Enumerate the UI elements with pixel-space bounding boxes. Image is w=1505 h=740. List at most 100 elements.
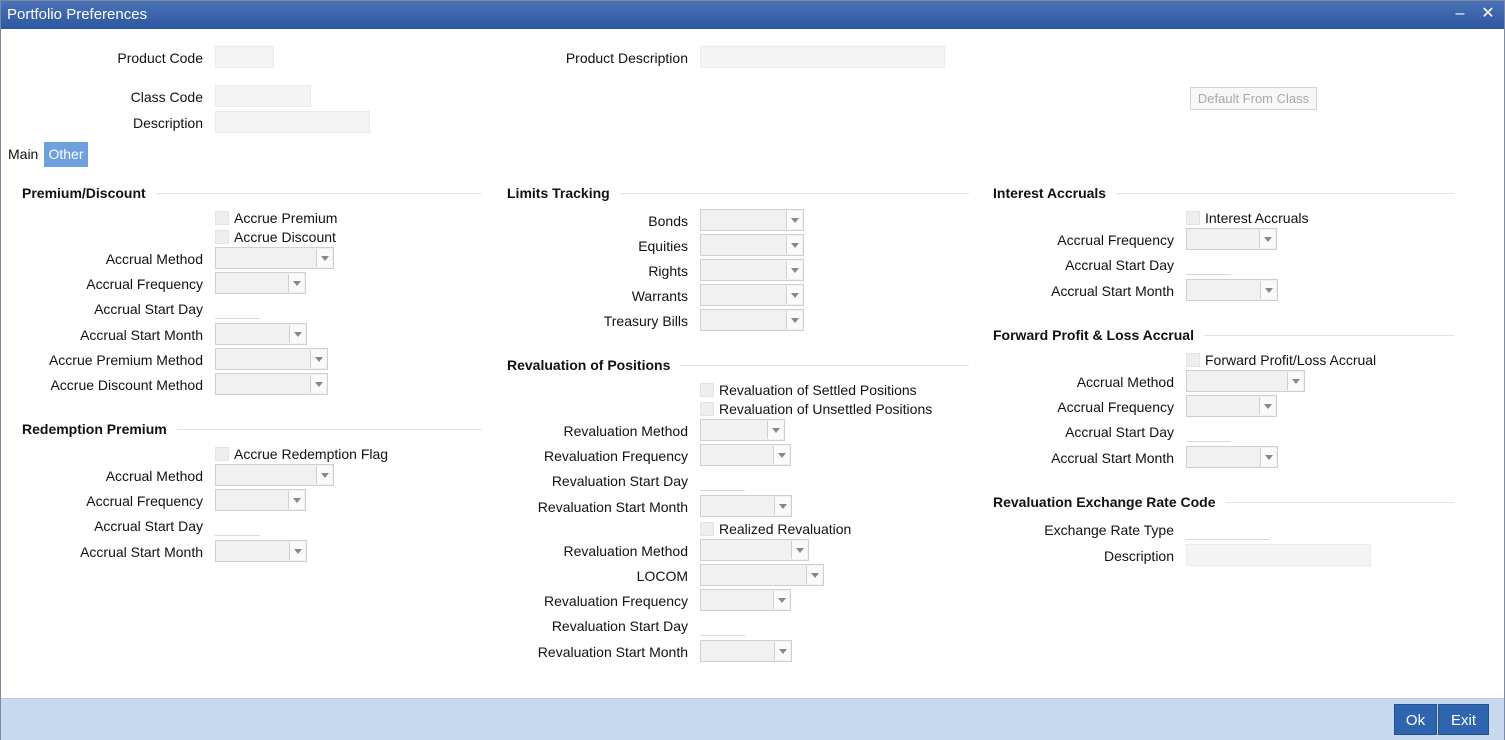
chevron-down-icon [786,311,802,329]
interest-accruals-checkbox[interactable] [1186,211,1200,225]
fpl-accrual-start-day-field[interactable] [1186,430,1231,442]
fpl-accrual-method-select[interactable] [1186,370,1305,392]
revaluation-start-day-label: Revaluation Start Day [551,473,688,489]
fpl-accrual-frequency-select[interactable] [1186,395,1277,417]
accrue-premium-checkbox[interactable] [215,211,229,225]
accrue-premium-method-select[interactable] [215,348,328,370]
chevron-down-icon [289,325,305,343]
product-code-field[interactable] [215,46,274,68]
rp-accrual-method-label: Accrual Method [105,468,203,484]
revaluation-start-day-field[interactable] [700,479,745,491]
revaluation-start-month-label: Revaluation Start Month [537,499,688,515]
revaluation-exchange-section: Revaluation Exchange Rate Code [993,494,1454,510]
treasury-bills-select[interactable] [700,309,804,331]
pd-accrual-method-select[interactable] [215,247,334,269]
rp-accrual-start-month-label: Accrual Start Month [80,544,203,560]
ia-accrual-frequency-label: Accrual Frequency [1057,232,1174,248]
rp-accrual-start-month-select[interactable] [215,540,307,562]
chevron-down-icon [774,642,790,660]
chevron-down-icon [310,350,326,368]
fpl-accrual-start-day-label: Accrual Start Day [1065,424,1174,440]
title-bar: Portfolio Preferences – ✕ [1,1,1504,29]
pd-accrual-frequency-select[interactable] [215,272,306,294]
realized-revaluation-checkbox[interactable] [700,522,714,536]
minimize-icon[interactable]: – [1449,3,1471,25]
exit-button[interactable]: Exit [1438,704,1489,735]
warrants-select[interactable] [700,284,804,306]
chevron-down-icon [289,542,305,560]
realized-start-month-label: Revaluation Start Month [537,644,688,660]
accrue-discount-method-label: Accrue Discount Method [50,377,203,393]
close-icon[interactable]: ✕ [1477,3,1499,25]
bonds-label: Bonds [648,213,688,229]
realized-revaluation-label: Realized Revaluation [719,521,852,537]
revaluation-positions-section: Revaluation of Positions [507,357,969,373]
pd-accrual-start-month-label: Accrual Start Month [80,327,203,343]
revaluation-settled-checkbox[interactable] [700,383,714,397]
rp-accrual-method-select[interactable] [215,464,334,486]
description-field[interactable] [215,111,370,133]
realized-start-day-label: Revaluation Start Day [551,618,688,634]
realized-method-label: Revaluation Method [563,543,688,559]
ok-button[interactable]: Ok [1394,704,1437,735]
forward-pl-checkbox[interactable] [1186,353,1200,367]
fpl-accrual-start-month-label: Accrual Start Month [1051,450,1174,466]
rights-label: Rights [648,263,688,279]
ia-accrual-start-day-label: Accrual Start Day [1065,257,1174,273]
chevron-down-icon [316,466,332,484]
chevron-down-icon [288,491,304,509]
realized-frequency-label: Revaluation Frequency [544,593,688,609]
product-description-label: Product Description [565,50,688,66]
fpl-accrual-start-month-select[interactable] [1186,446,1278,468]
ia-accrual-start-day-field[interactable] [1186,263,1231,275]
accrue-discount-method-select[interactable] [215,373,328,395]
description-label: Description [132,115,203,131]
treasury-bills-label: Treasury Bills [603,313,688,329]
locom-select[interactable] [700,564,824,586]
premium-discount-section: Premium/Discount [22,185,482,201]
realized-start-day-field[interactable] [700,624,745,636]
chevron-down-icon [786,211,802,229]
equities-select[interactable] [700,234,804,256]
forward-pl-section: Forward Profit & Loss Accrual [993,327,1454,343]
rp-accrual-frequency-select[interactable] [215,489,306,511]
rights-select[interactable] [700,259,804,281]
product-description-field[interactable] [700,46,945,68]
default-from-class-button[interactable]: Default From Class [1190,87,1317,110]
realized-start-month-select[interactable] [700,640,792,662]
locom-label: LOCOM [636,568,688,584]
pd-accrual-start-month-select[interactable] [215,323,307,345]
ia-accrual-start-month-select[interactable] [1186,279,1278,301]
revaluation-method-select[interactable] [700,419,785,441]
exchange-rate-type-field[interactable] [1186,528,1269,540]
chevron-down-icon [806,566,822,584]
tab-main[interactable]: Main [5,142,41,167]
chevron-down-icon [288,274,304,292]
tab-other[interactable]: Other [44,142,88,167]
chevron-down-icon [774,497,790,515]
footer-bar [1,698,1504,740]
realized-frequency-select[interactable] [700,589,791,611]
ia-accrual-frequency-select[interactable] [1186,228,1277,250]
revaluation-frequency-select[interactable] [700,444,791,466]
portfolio-preferences-window: Portfolio Preferences – ✕ Product Code P… [0,0,1505,740]
bonds-select[interactable] [700,209,804,231]
revaluation-exchange-title: Revaluation Exchange Rate Code [993,494,1216,510]
exchange-description-field[interactable] [1186,544,1371,566]
interest-accruals-title: Interest Accruals [993,185,1107,201]
accrue-redemption-flag-checkbox[interactable] [215,447,229,461]
forward-pl-label: Forward Profit/Loss Accrual [1205,352,1377,368]
revaluation-frequency-label: Revaluation Frequency [544,448,688,464]
revaluation-positions-title: Revaluation of Positions [507,357,671,373]
realized-method-select[interactable] [700,539,809,561]
revaluation-start-month-select[interactable] [700,495,792,517]
rp-accrual-start-day-field[interactable] [215,524,260,536]
chevron-down-icon [767,421,783,439]
class-code-field[interactable] [215,85,311,107]
accrue-discount-checkbox[interactable] [215,230,229,244]
accrue-redemption-flag-label: Accrue Redemption Flag [234,446,389,462]
limits-tracking-title: Limits Tracking [507,185,610,201]
pd-accrual-start-day-field[interactable] [215,307,260,319]
revaluation-unsettled-checkbox[interactable] [700,402,714,416]
fpl-accrual-frequency-label: Accrual Frequency [1057,399,1174,415]
